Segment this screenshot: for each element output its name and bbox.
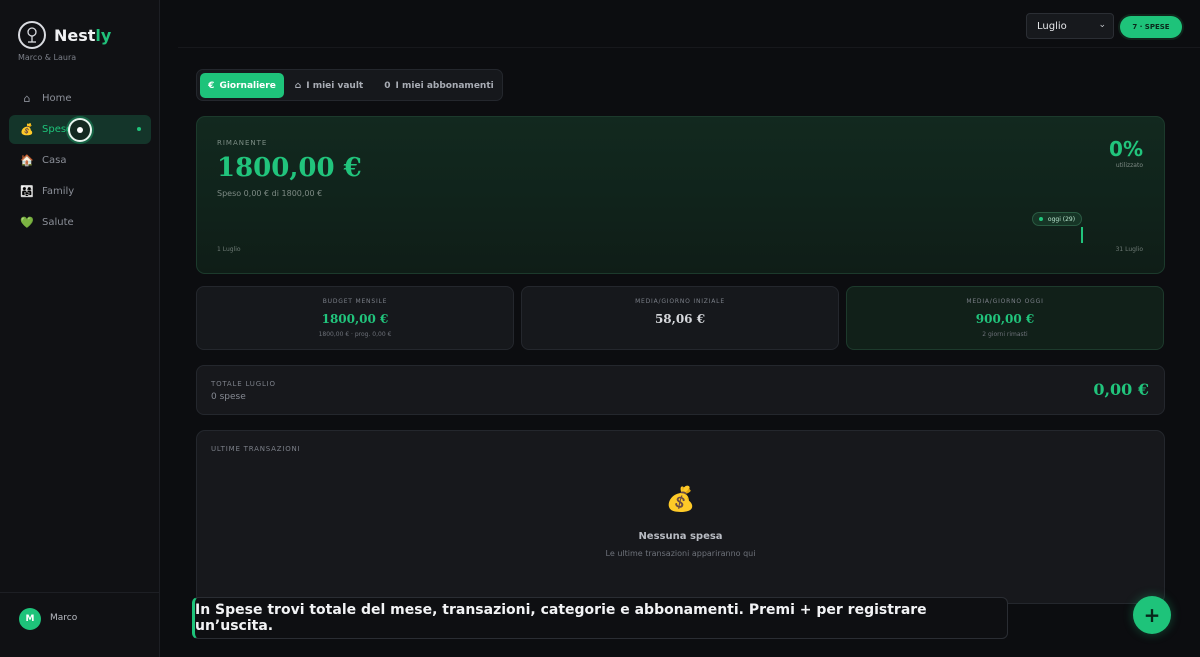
remaining-amount: 1800,00 € (217, 153, 362, 183)
app-name-prefix: Nest (54, 25, 96, 45)
green-heart-icon: 💚 (20, 216, 34, 229)
user-name: Marco (50, 613, 78, 623)
tab-abbonamenti[interactable]: 0 I miei abbonamenti (380, 73, 498, 98)
month-select[interactable]: Luglio ⌄ (1026, 13, 1114, 39)
active-indicator-dot (137, 127, 141, 131)
avatar: M (19, 608, 41, 630)
today-line (1081, 227, 1083, 243)
tab-label: I miei vault (306, 80, 364, 91)
view-tabs: € Giornaliere ⌂ I miei vault 0 I miei ab… (196, 69, 503, 101)
stat-budget-mensile: BUDGET MENSILE 1800,00 € 1800,00 € · pro… (196, 286, 514, 350)
used-percent: 0% (1109, 137, 1143, 161)
sidebar-item-family[interactable]: 👨‍👩‍👧 Family (9, 177, 151, 206)
spent-summary: Speso 0,00 € di 1800,00 € (217, 189, 323, 198)
euro-icon: € (208, 80, 215, 91)
app-name-accent: ly (95, 25, 112, 45)
money-bag-icon: 💰 (665, 485, 696, 513)
sidebar-item-salute[interactable]: 💚 Salute (9, 208, 151, 237)
cursor-indicator (68, 118, 92, 142)
today-dot (1038, 217, 1043, 221)
sidebar-item-casa[interactable]: 🏠 Casa (9, 146, 151, 175)
expense-count-badge[interactable]: 7 · SPESE (1120, 16, 1182, 38)
remaining-budget-card: RIMANENTE 1800,00 € Speso 0,00 € di 1800… (196, 116, 1165, 274)
add-expense-button[interactable]: + (1133, 596, 1171, 634)
expense-count: 0 spese (211, 392, 246, 402)
tab-giornaliere[interactable]: € Giornaliere (200, 73, 284, 98)
stat-label: MEDIA/GIORNO INIZIALE (635, 298, 725, 305)
vault-icon: ⌂ (294, 80, 302, 91)
monthly-total-label: TOTALE LUGLIO (211, 380, 276, 388)
sidebar-item-label: Casa (42, 155, 67, 166)
remaining-label: RIMANENTE (217, 139, 268, 147)
tree-icon (18, 21, 46, 49)
sidebar-nav: ⌂ Home 💰 Spese 🏠 Casa 👨‍👩‍👧 Family 💚 Sal… (9, 84, 151, 239)
timeline-start-label: 1 Luglio (217, 246, 241, 253)
sidebar-user[interactable]: M Marco (0, 592, 160, 657)
sidebar-item-label: Salute (42, 217, 74, 228)
sidebar-item-label: Home (42, 93, 72, 104)
tab-vault[interactable]: ⌂ I miei vault (290, 73, 368, 98)
stat-value: 1800,00 € (321, 312, 389, 326)
stat-note: 2 giorni rimasti (982, 331, 1028, 338)
recent-transactions-label: ULTIME TRANSAZIONI (211, 445, 301, 453)
family-icon: 👨‍👩‍👧 (20, 185, 34, 198)
subscriptions-icon: 0 (384, 80, 391, 91)
sidebar-item-home[interactable]: ⌂ Home (9, 84, 151, 113)
recent-transactions-card: ULTIME TRANSAZIONI 💰 Nessuna spesa Le ul… (196, 430, 1165, 604)
monthly-total-amount: 0,00 € (1093, 380, 1149, 399)
tab-label: I miei abbonamenti (395, 80, 494, 91)
onboarding-toast: In Spese trovi totale del mese, transazi… (192, 597, 1008, 639)
household-name: Marco & Laura (18, 53, 77, 62)
empty-state-hint: Le ultime transazioni appariranno qui (605, 549, 756, 558)
house-icon: 🏠 (20, 154, 34, 167)
stat-note: 1800,00 € · prog. 0,00 € (318, 331, 392, 338)
monthly-total-card[interactable]: TOTALE LUGLIO 0 spese 0,00 € (196, 365, 1165, 415)
today-label: oggi (29) (1047, 215, 1076, 223)
stat-media-oggi: MEDIA/GIORNO OGGI 900,00 € 2 giorni rima… (846, 286, 1164, 350)
brand[interactable]: Nestly (18, 21, 111, 49)
used-percent-label: utilizzato (1115, 162, 1143, 169)
stat-label: MEDIA/GIORNO OGGI (966, 298, 1044, 305)
stat-label: BUDGET MENSILE (322, 298, 388, 305)
today-marker: oggi (29) (1032, 212, 1082, 226)
home-icon: ⌂ (23, 92, 31, 105)
sidebar: Nestly Marco & Laura ⌂ Home 💰 Spese 🏠 Ca… (0, 0, 160, 657)
timeline-end-label: 31 Luglio (1115, 246, 1143, 253)
chevron-down-icon: ⌄ (1098, 20, 1106, 30)
tree-icon-svg (27, 27, 37, 43)
sidebar-item-label: Family (42, 186, 75, 197)
stat-value: 900,00 € (975, 312, 1035, 326)
app-name: Nestly (54, 26, 111, 45)
tab-label: Giornaliere (219, 80, 276, 91)
stat-media-iniziale: MEDIA/GIORNO INIZIALE 58,06 € (521, 286, 839, 350)
stat-value: 58,06 € (654, 312, 706, 326)
empty-state-title: Nessuna spesa (638, 531, 723, 542)
money-bag-icon: 💰 (20, 123, 34, 136)
month-select-value: Luglio (1037, 20, 1067, 32)
